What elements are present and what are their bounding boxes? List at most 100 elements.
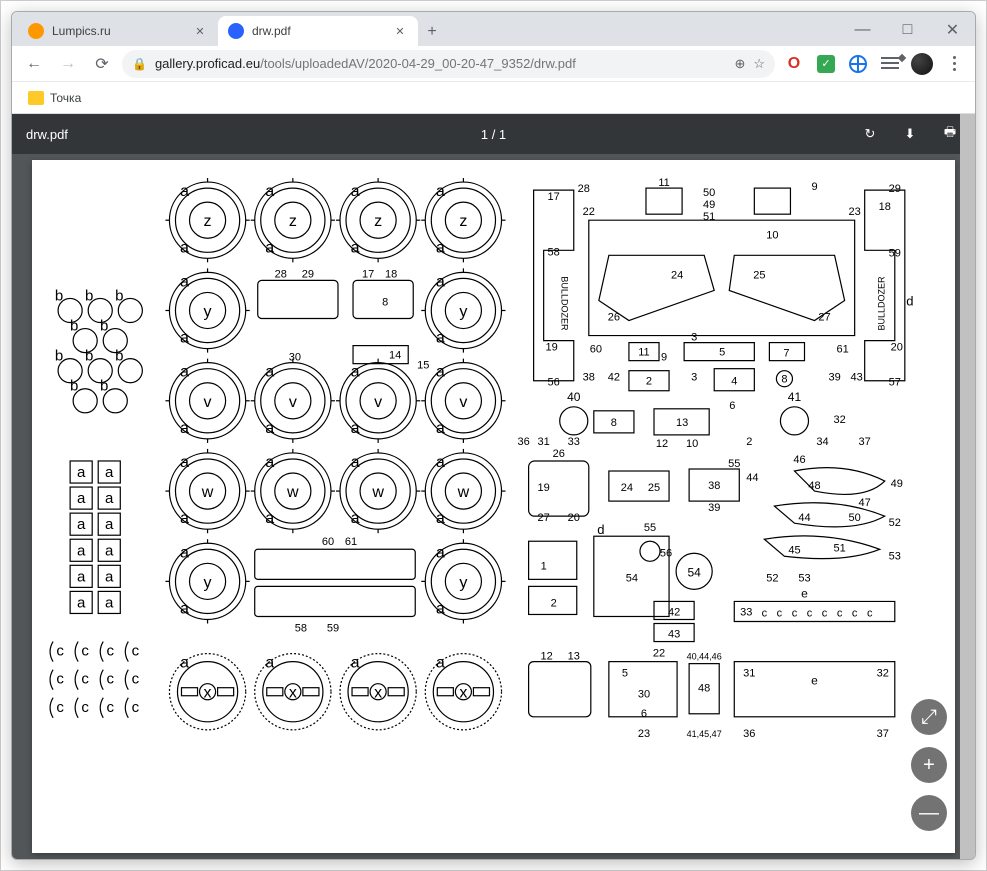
omnibox-star-icon[interactable]: ☆ xyxy=(753,56,765,72)
svg-text:31: 31 xyxy=(538,436,550,448)
tab-close-icon[interactable]: ✕ xyxy=(392,23,408,39)
svg-text:36: 36 xyxy=(517,436,529,448)
svg-text:51: 51 xyxy=(703,211,715,223)
window-minimize[interactable]: — xyxy=(840,14,885,46)
svg-text:a: a xyxy=(77,542,86,559)
svg-text:a: a xyxy=(77,516,86,533)
svg-text:5: 5 xyxy=(719,347,725,359)
reading-list-icon[interactable] xyxy=(877,51,903,77)
svg-text:9: 9 xyxy=(661,352,667,364)
svg-text:c: c xyxy=(56,643,64,660)
svg-text:y: y xyxy=(204,303,212,321)
pdf-zoom-out-button[interactable]: — xyxy=(911,795,947,831)
svg-text:34: 34 xyxy=(816,436,828,448)
svg-text:8: 8 xyxy=(611,417,617,429)
svg-text:23: 23 xyxy=(849,206,861,218)
new-tab-button[interactable]: + xyxy=(418,18,446,46)
svg-text:c: c xyxy=(106,699,114,716)
svg-text:a: a xyxy=(436,599,445,617)
svg-text:b: b xyxy=(115,348,123,365)
svg-text:51: 51 xyxy=(833,542,845,554)
svg-text:c: c xyxy=(106,643,114,660)
svg-text:d: d xyxy=(597,522,604,537)
omnibox-zoom-icon[interactable]: ⊕ xyxy=(734,56,745,72)
pdf-toolbar: drw.pdf 1 / 1 ↻ ⬇ 🖶 xyxy=(12,114,975,154)
svg-text:v: v xyxy=(459,393,467,411)
svg-text:56: 56 xyxy=(660,547,672,559)
svg-text:BULLDOZER: BULLDOZER xyxy=(877,276,887,331)
pdf-fit-button[interactable]: ⤢ xyxy=(911,699,947,735)
profile-avatar[interactable] xyxy=(909,51,935,77)
scrollbar-track[interactable] xyxy=(960,114,975,859)
svg-text:26: 26 xyxy=(608,312,620,324)
svg-text:25: 25 xyxy=(648,482,660,494)
svg-text:e: e xyxy=(811,674,818,688)
svg-text:a: a xyxy=(105,594,114,611)
svg-text:46: 46 xyxy=(793,454,805,466)
svg-text:a: a xyxy=(436,238,445,256)
svg-text:a: a xyxy=(436,543,445,561)
svg-text:c: c xyxy=(56,699,64,716)
svg-text:c: c xyxy=(822,607,828,619)
svg-text:49: 49 xyxy=(891,478,903,490)
svg-text:19: 19 xyxy=(546,342,558,354)
svg-text:v: v xyxy=(289,393,297,411)
favicon-proficad xyxy=(228,23,244,39)
folder-icon xyxy=(28,91,44,105)
svg-text:a: a xyxy=(180,509,189,527)
pdf-print-button[interactable]: 🖶 xyxy=(939,123,961,145)
chrome-menu[interactable] xyxy=(941,51,967,77)
svg-text:19: 19 xyxy=(538,482,550,494)
svg-text:a: a xyxy=(105,542,114,559)
extension-check[interactable]: ✓ xyxy=(813,51,839,77)
pdf-page-indicator: 1 / 1 xyxy=(481,127,506,142)
svg-text:55: 55 xyxy=(728,458,740,470)
nav-forward[interactable]: → xyxy=(54,50,82,78)
pdf-viewer: drw.pdf 1 / 1 ↻ ⬇ 🖶 zaa zaa zaa zaa yaa … xyxy=(12,114,975,859)
lock-icon: 🔒 xyxy=(132,57,147,71)
pdf-download-button[interactable]: ⬇ xyxy=(899,123,921,145)
tab-drwpdf[interactable]: drw.pdf ✕ xyxy=(218,16,418,46)
svg-text:2: 2 xyxy=(646,376,652,388)
pdf-rotate-button[interactable]: ↻ xyxy=(859,123,881,145)
extension-globe[interactable] xyxy=(845,51,871,77)
svg-text:30: 30 xyxy=(289,352,301,364)
tab-lumpics[interactable]: Lumpics.ru ✕ xyxy=(18,16,218,46)
svg-text:c: c xyxy=(81,671,89,688)
svg-text:14: 14 xyxy=(389,350,401,362)
svg-text:b: b xyxy=(100,318,108,335)
svg-text:54: 54 xyxy=(626,572,638,584)
svg-text:z: z xyxy=(289,212,297,230)
pdf-zoom-in-button[interactable]: + xyxy=(911,747,947,783)
svg-text:a: a xyxy=(180,654,189,672)
svg-text:44: 44 xyxy=(798,512,810,524)
window-maximize[interactable]: □ xyxy=(885,14,930,46)
svg-text:36: 36 xyxy=(743,728,755,740)
svg-text:32: 32 xyxy=(877,668,889,680)
svg-text:11: 11 xyxy=(658,177,669,189)
svg-text:33: 33 xyxy=(568,436,580,448)
svg-text:5: 5 xyxy=(622,668,628,680)
bookmark-tochka[interactable]: Точка xyxy=(22,87,87,109)
svg-text:6: 6 xyxy=(641,708,647,720)
window-close[interactable]: ✕ xyxy=(930,14,975,46)
svg-text:a: a xyxy=(436,419,445,437)
svg-text:12: 12 xyxy=(541,651,553,663)
extension-opera[interactable]: O xyxy=(781,51,807,77)
svg-text:c: c xyxy=(56,671,64,688)
titlebar: Lumpics.ru ✕ drw.pdf ✕ + — □ ✕ xyxy=(12,12,975,46)
svg-text:25: 25 xyxy=(753,269,765,281)
svg-text:59: 59 xyxy=(889,247,901,259)
nav-back[interactable]: ← xyxy=(20,50,48,78)
omnibox[interactable]: 🔒 gallery.proficad.eu/tools/uploadedAV/2… xyxy=(122,50,775,78)
svg-text:50: 50 xyxy=(849,512,861,524)
svg-text:a: a xyxy=(180,453,189,471)
svg-text:50: 50 xyxy=(703,187,715,199)
tab-close-icon[interactable]: ✕ xyxy=(192,23,208,39)
svg-text:c: c xyxy=(132,699,140,716)
svg-text:BULLDOZER: BULLDOZER xyxy=(560,276,570,331)
scrollbar-thumb[interactable] xyxy=(960,114,975,859)
svg-text:53: 53 xyxy=(889,550,901,562)
pdf-page[interactable]: zaa zaa zaa zaa yaa 2829 17188 yaa 30 14… xyxy=(32,160,955,853)
nav-reload[interactable]: ⟳ xyxy=(88,50,116,78)
